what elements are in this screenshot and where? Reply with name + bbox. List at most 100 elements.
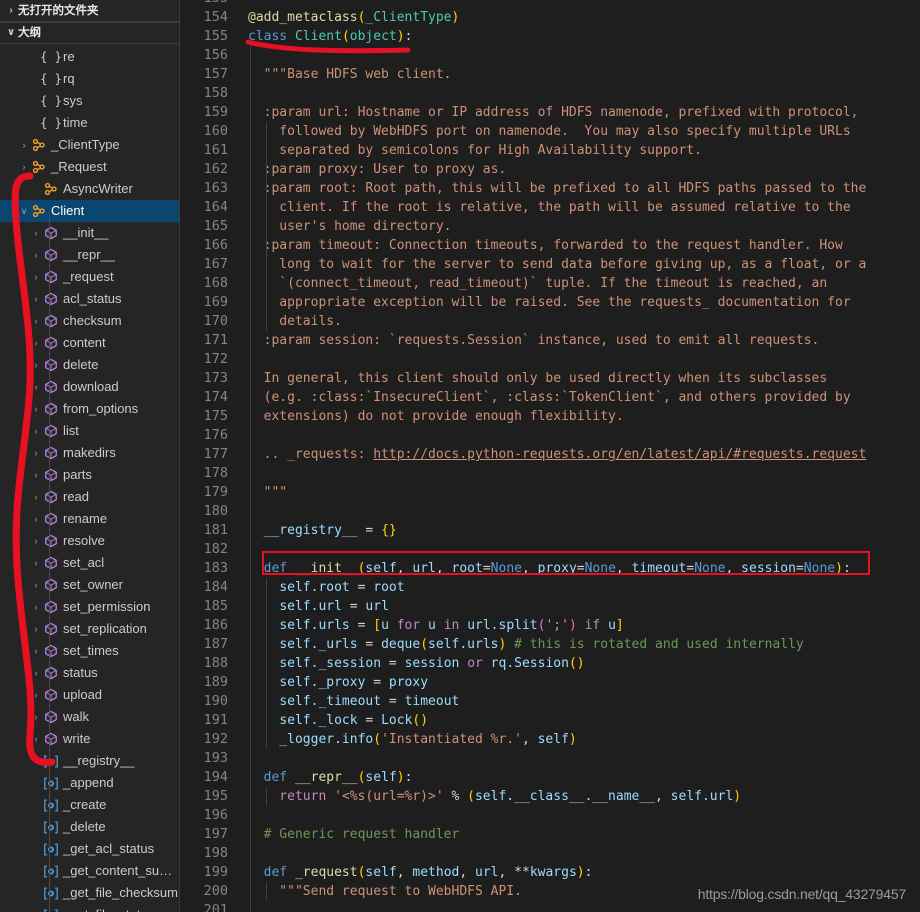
code-line[interactable]: 171 :param session: `requests.Session` i… bbox=[180, 331, 920, 350]
section-no-folder-open[interactable]: › 无打开的文件夹 bbox=[0, 0, 180, 22]
outline-item-checksum[interactable]: › checksum bbox=[0, 310, 180, 332]
outline-item-rq[interactable]: { } rq bbox=[0, 68, 180, 90]
chevron-right-icon[interactable]: › bbox=[30, 266, 42, 288]
code-line[interactable]: 162 :param proxy: User to proxy as. bbox=[180, 160, 920, 179]
chevron-right-icon[interactable]: › bbox=[30, 222, 42, 244]
code-line[interactable]: 169 appropriate exception will be raised… bbox=[180, 293, 920, 312]
outline-item-__init__[interactable]: › __init__ bbox=[0, 222, 180, 244]
code-line[interactable]: 160 followed by WebHDFS port on namenode… bbox=[180, 122, 920, 141]
code-line[interactable]: 164 client. If the root is relative, the… bbox=[180, 198, 920, 217]
code-line[interactable]: 198 bbox=[180, 844, 920, 863]
code-line[interactable]: 190 self._timeout = timeout bbox=[180, 692, 920, 711]
code-line[interactable]: 157 """Base HDFS web client. bbox=[180, 65, 920, 84]
chevron-right-icon[interactable]: › bbox=[30, 486, 42, 508]
code-line[interactable]: 165 user's home directory. bbox=[180, 217, 920, 236]
chevron-right-icon[interactable]: › bbox=[30, 464, 42, 486]
code-line[interactable]: 192 _logger.info('Instantiated %r.', sel… bbox=[180, 730, 920, 749]
code-line[interactable]: 163 :param root: Root path, this will be… bbox=[180, 179, 920, 198]
chevron-right-icon[interactable]: › bbox=[30, 420, 42, 442]
outline-item-re[interactable]: { } re bbox=[0, 46, 180, 68]
outline-item-write[interactable]: › write bbox=[0, 728, 180, 750]
code-line[interactable]: 181 __registry__ = {} bbox=[180, 521, 920, 540]
outline-item-resolve[interactable]: › resolve bbox=[0, 530, 180, 552]
code-line[interactable]: 154 @add_metaclass(_ClientType) bbox=[180, 8, 920, 27]
code-line[interactable]: 155 class Client(object): bbox=[180, 27, 920, 46]
chevron-right-icon[interactable]: › bbox=[18, 134, 30, 156]
code-line[interactable]: 159 :param url: Hostname or IP address o… bbox=[180, 103, 920, 122]
code-line[interactable]: 187 self._urls = deque(self.urls) # this… bbox=[180, 635, 920, 654]
outline-item-_append[interactable]: _append bbox=[0, 772, 180, 794]
code-line[interactable]: 173 In general, this client should only … bbox=[180, 369, 920, 388]
code-line[interactable]: 184 self.root = root bbox=[180, 578, 920, 597]
code-line[interactable]: 188 self._session = session or rq.Sessio… bbox=[180, 654, 920, 673]
outline-item-acl_status[interactable]: › acl_status bbox=[0, 288, 180, 310]
outline-item-_create[interactable]: _create bbox=[0, 794, 180, 816]
chevron-right-icon[interactable]: › bbox=[18, 156, 30, 178]
chevron-right-icon[interactable]: › bbox=[30, 332, 42, 354]
code-line[interactable]: 175 extensions) do not provide enough fl… bbox=[180, 407, 920, 426]
outline-item-__repr__[interactable]: › __repr__ bbox=[0, 244, 180, 266]
chevron-down-icon[interactable]: ∨ bbox=[18, 200, 30, 222]
code-line[interactable]: 179 """ bbox=[180, 483, 920, 502]
code-line[interactable]: 161 separated by semicolons for High Ava… bbox=[180, 141, 920, 160]
code-line[interactable]: 180 bbox=[180, 502, 920, 521]
outline-item-set_acl[interactable]: › set_acl bbox=[0, 552, 180, 574]
code-line[interactable]: 153 bbox=[180, 0, 920, 8]
chevron-right-icon[interactable]: › bbox=[30, 706, 42, 728]
code-editor[interactable]: 153154@add_metaclass(_ClientType)155clas… bbox=[180, 0, 920, 912]
outline-item-_get_acl_status[interactable]: _get_acl_status bbox=[0, 838, 180, 860]
chevron-right-icon[interactable]: › bbox=[30, 310, 42, 332]
outline-item-list[interactable]: › list bbox=[0, 420, 180, 442]
outline-item-set_permission[interactable]: › set_permission bbox=[0, 596, 180, 618]
chevron-right-icon[interactable]: › bbox=[30, 662, 42, 684]
chevron-right-icon[interactable]: › bbox=[30, 552, 42, 574]
code-line[interactable]: 199 def _request(self, method, url, **kw… bbox=[180, 863, 920, 882]
outline-item-_delete[interactable]: _delete bbox=[0, 816, 180, 838]
outline-item-delete[interactable]: › delete bbox=[0, 354, 180, 376]
code-line[interactable]: 186 self.urls = [u for u in url.split(';… bbox=[180, 616, 920, 635]
outline-item-download[interactable]: › download bbox=[0, 376, 180, 398]
outline-item-content[interactable]: › content bbox=[0, 332, 180, 354]
outline-item-makedirs[interactable]: › makedirs bbox=[0, 442, 180, 464]
code-line[interactable]: 156 bbox=[180, 46, 920, 65]
chevron-right-icon[interactable]: › bbox=[30, 684, 42, 706]
code-line[interactable]: 189 self._proxy = proxy bbox=[180, 673, 920, 692]
chevron-right-icon[interactable]: › bbox=[30, 354, 42, 376]
outline-item-_request[interactable]: › _request bbox=[0, 266, 180, 288]
outline-item-read[interactable]: › read bbox=[0, 486, 180, 508]
code-line[interactable]: 183 def __init__(self, url, root=None, p… bbox=[180, 559, 920, 578]
outline-item-set_owner[interactable]: › set_owner bbox=[0, 574, 180, 596]
code-line[interactable]: 193 bbox=[180, 749, 920, 768]
code-line[interactable]: 170 details. bbox=[180, 312, 920, 331]
code-line[interactable]: 178 bbox=[180, 464, 920, 483]
code-line[interactable]: 167 long to wait for the server to send … bbox=[180, 255, 920, 274]
outline-item-status[interactable]: › status bbox=[0, 662, 180, 684]
chevron-right-icon[interactable]: › bbox=[30, 288, 42, 310]
code-line[interactable]: 194 def __repr__(self): bbox=[180, 768, 920, 787]
outline-item-_get_file_checksum[interactable]: _get_file_checksum bbox=[0, 882, 180, 904]
outline-item-parts[interactable]: › parts bbox=[0, 464, 180, 486]
chevron-right-icon[interactable]: › bbox=[30, 376, 42, 398]
chevron-right-icon[interactable]: › bbox=[30, 442, 42, 464]
outline-item-__registry__[interactable]: __registry__ bbox=[0, 750, 180, 772]
chevron-right-icon[interactable]: › bbox=[30, 618, 42, 640]
code-line[interactable]: 176 bbox=[180, 426, 920, 445]
code-line[interactable]: 196 bbox=[180, 806, 920, 825]
outline-item-walk[interactable]: › walk bbox=[0, 706, 180, 728]
outline-item-_Request[interactable]: › _Request bbox=[0, 156, 180, 178]
code-line[interactable]: 197 # Generic request handler bbox=[180, 825, 920, 844]
outline-item-set_times[interactable]: › set_times bbox=[0, 640, 180, 662]
outline-item-sys[interactable]: { } sys bbox=[0, 90, 180, 112]
chevron-right-icon[interactable]: › bbox=[30, 530, 42, 552]
chevron-right-icon[interactable]: › bbox=[30, 398, 42, 420]
chevron-right-icon[interactable]: › bbox=[30, 244, 42, 266]
code-line[interactable]: 191 self._lock = Lock() bbox=[180, 711, 920, 730]
outline-item-set_replication[interactable]: › set_replication bbox=[0, 618, 180, 640]
outline-item-_ClientType[interactable]: › _ClientType bbox=[0, 134, 180, 156]
code-line[interactable]: 177 .. _requests: http://docs.python-req… bbox=[180, 445, 920, 464]
outline-item-Client[interactable]: ∨ Client bbox=[0, 200, 180, 222]
chevron-right-icon[interactable]: › bbox=[30, 596, 42, 618]
code-line[interactable]: 185 self.url = url bbox=[180, 597, 920, 616]
chevron-right-icon[interactable]: › bbox=[30, 508, 42, 530]
code-line[interactable]: 166 :param timeout: Connection timeouts,… bbox=[180, 236, 920, 255]
